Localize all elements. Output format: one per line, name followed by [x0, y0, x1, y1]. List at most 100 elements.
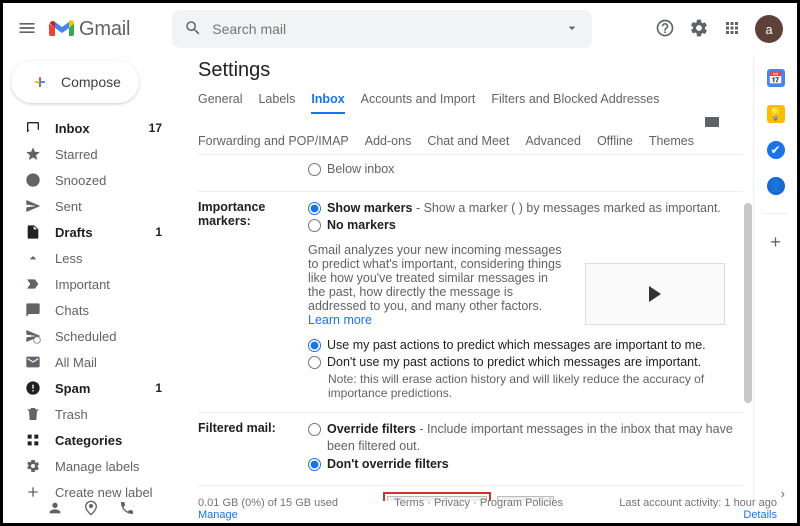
radio-override-filters[interactable]: [308, 423, 321, 436]
contacts-footer-icon[interactable]: [47, 500, 63, 519]
tasks-icon[interactable]: ✔: [767, 141, 785, 159]
support-icon[interactable]: [655, 18, 675, 41]
chats-icon: [25, 302, 41, 318]
radio-no-past[interactable]: [308, 356, 321, 369]
sidebar-item-label: Categories: [55, 433, 122, 448]
footer-links[interactable]: Terms · Privacy · Program Policies: [394, 497, 563, 521]
tab-chat-and-meet[interactable]: Chat and Meet: [427, 134, 509, 154]
sidebar-item-starred[interactable]: Starred: [3, 141, 178, 167]
text-storage: 0.01 GB (0%) of 15 GB used: [198, 497, 338, 509]
compose-label: Compose: [61, 74, 121, 90]
sidebar-item-scheduled[interactable]: Scheduled: [3, 323, 178, 349]
sidebar-item-important[interactable]: Important: [3, 271, 178, 297]
sidebar-item-drafts[interactable]: Drafts1: [3, 219, 178, 245]
search-bar[interactable]: [172, 10, 592, 48]
text-dont-override: Don't override filters: [327, 456, 449, 474]
sidebar-item-categories[interactable]: Categories: [3, 427, 178, 453]
tab-themes[interactable]: Themes: [649, 134, 694, 154]
search-options-icon[interactable]: [564, 20, 580, 39]
tab-filters-and-blocked-addresses[interactable]: Filters and Blocked Addresses: [491, 92, 659, 114]
compose-button[interactable]: Compose: [11, 61, 139, 103]
settings-tabs: General Labels Inbox Accounts and Import Fil…: [198, 92, 743, 155]
menu-icon[interactable]: [17, 18, 37, 41]
app-name: Gmail: [79, 18, 130, 41]
contacts-icon[interactable]: 👤: [767, 177, 785, 195]
importance-video-thumb[interactable]: [585, 263, 725, 325]
sidebar-item-manage-labels[interactable]: Manage labels: [3, 453, 178, 479]
tab-inbox[interactable]: Inbox: [311, 92, 344, 114]
sidebar-item-label: Trash: [55, 407, 88, 422]
sidebar-item-label: Scheduled: [55, 329, 116, 344]
tab-advanced[interactable]: Advanced: [525, 134, 581, 154]
tab-accounts-and-import[interactable]: Accounts and Import: [361, 92, 476, 114]
text-importance-explain: Gmail analyzes your new incoming message…: [308, 243, 562, 313]
sidebar-item-count: 1: [155, 225, 162, 239]
tab-offline[interactable]: Offline: [597, 134, 633, 154]
sidebar-item-chats[interactable]: Chats: [3, 297, 178, 323]
trash-icon: [25, 406, 41, 422]
drafts-icon: [25, 224, 41, 240]
account-avatar[interactable]: a: [755, 15, 783, 43]
tab-labels[interactable]: Labels: [258, 92, 295, 114]
addons-plus-icon[interactable]: +: [770, 232, 781, 253]
sidebar-item-inbox[interactable]: Inbox 17: [3, 115, 178, 141]
play-icon: [649, 286, 661, 302]
calendar-icon[interactable]: 📅: [767, 69, 785, 87]
sidebar-item-count: 1: [155, 381, 162, 395]
keep-icon[interactable]: 💡: [767, 105, 785, 123]
sidebar-item-count: 17: [149, 121, 162, 135]
search-icon: [184, 19, 202, 40]
radio-dont-override[interactable]: [308, 458, 321, 471]
gmail-logo[interactable]: Gmail: [49, 18, 130, 41]
tab-add-ons[interactable]: Add-ons: [365, 134, 412, 154]
side-panel: 📅 💡 ✔ 👤 +: [753, 55, 797, 501]
label-filtered: Filtered mail:: [198, 421, 308, 435]
sidebar-item-snoozed[interactable]: Snoozed: [3, 167, 178, 193]
label-below-inbox: Below inbox: [327, 161, 394, 179]
radio-below-inbox[interactable]: [308, 163, 321, 176]
scheduled-icon: [25, 328, 41, 344]
text-no-markers: No markers: [327, 217, 396, 235]
inbox-icon: [25, 120, 41, 136]
less-icon: [25, 250, 41, 266]
settings-icon[interactable]: [689, 18, 709, 41]
sidebar-item-all-mail[interactable]: All Mail: [3, 349, 178, 375]
categories-icon: [25, 432, 41, 448]
radio-no-markers[interactable]: [308, 219, 321, 232]
spaces-footer-icon[interactable]: [83, 500, 99, 519]
text-no-past: Don't use my past actions to predict whi…: [327, 354, 701, 372]
scrollbar-thumb[interactable]: [744, 203, 752, 403]
sidebar-item-label: Important: [55, 277, 110, 292]
radio-use-past[interactable]: [308, 339, 321, 352]
sidebar-item-label: Starred: [55, 147, 98, 162]
tab-general[interactable]: General: [198, 92, 242, 114]
text-importance-note: Note: this will erase action history and…: [328, 372, 743, 400]
input-type-toggle[interactable]: [705, 117, 719, 127]
sidebar-item-trash[interactable]: Trash: [3, 401, 178, 427]
important-icon: [25, 276, 41, 292]
link-learn-more[interactable]: Learn more: [308, 313, 372, 327]
text-activity: Last account activity: 1 hour ago: [619, 497, 777, 509]
text-show-markers: Show markers: [327, 201, 412, 215]
sidebar-item-label: Sent: [55, 199, 82, 214]
sidebar-item-label: Inbox: [55, 121, 90, 136]
apps-icon[interactable]: [723, 19, 741, 40]
starred-icon: [25, 146, 41, 162]
radio-show-markers[interactable]: [308, 202, 321, 215]
link-manage-storage[interactable]: Manage: [198, 509, 238, 521]
page-title: Settings: [198, 59, 743, 82]
sidebar-item-less[interactable]: Less: [3, 245, 178, 271]
text-override: Override filters: [327, 422, 416, 436]
search-input[interactable]: [212, 21, 564, 37]
snoozed-icon: [25, 172, 41, 188]
label-importance: Importance markers:: [198, 200, 308, 228]
link-activity-details[interactable]: Details: [743, 509, 777, 521]
all-mail-icon: [25, 354, 41, 370]
sidebar-item-sent[interactable]: Sent: [3, 193, 178, 219]
phone-footer-icon[interactable]: [119, 500, 135, 519]
tab-forwarding-and-pop-imap[interactable]: Forwarding and POP/IMAP: [198, 134, 349, 154]
text-show-desc: - Show a marker ( ) by messages marked a…: [412, 201, 720, 215]
sidebar-item-label: All Mail: [55, 355, 97, 370]
sidebar-item-spam[interactable]: Spam1: [3, 375, 178, 401]
text-use-past: Use my past actions to predict which mes…: [327, 337, 706, 355]
